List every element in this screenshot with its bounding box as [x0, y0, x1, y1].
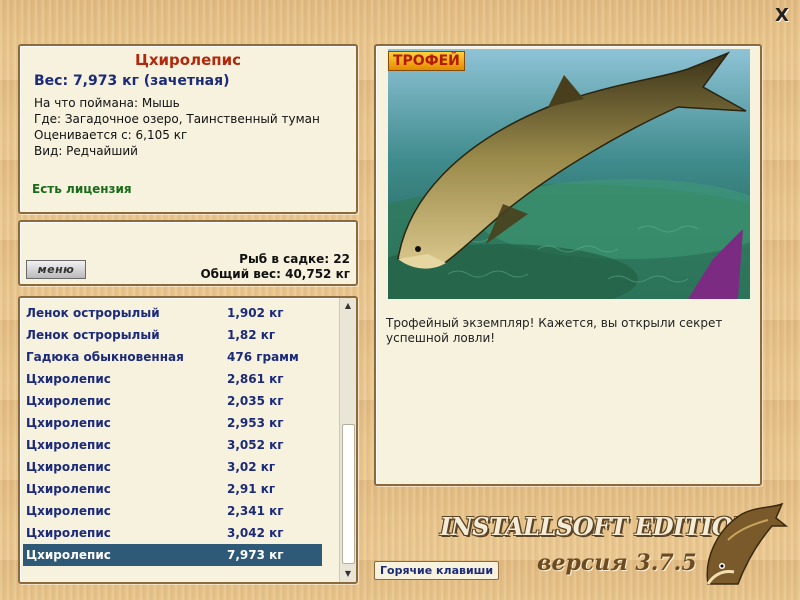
catch-fish-weight: 476 грамм: [227, 350, 299, 364]
catch-list-row[interactable]: Ленок острорылый 1,902 кг: [23, 302, 322, 324]
catch-fish-weight: 7,973 кг: [227, 548, 284, 562]
cage-stats: Рыб в садке: 22 Общий вес: 40,752 кг: [200, 252, 350, 282]
catch-fish-weight: 1,82 кг: [227, 328, 276, 342]
catch-fish-weight: 3,052 кг: [227, 438, 284, 452]
catch-list-row[interactable]: Цхиролепис 2,861 кг: [23, 368, 322, 390]
catch-fish-name: Ленок острорылый: [26, 306, 160, 320]
detail-species-rarity: Вид: Редчайший: [34, 144, 138, 158]
catch-list-row[interactable]: Ленок острорылый 1,82 кг: [23, 324, 322, 346]
catch-fish-weight: 2,035 кг: [227, 394, 284, 408]
scrollbar-thumb[interactable]: [342, 424, 355, 564]
detail-location: Где: Загадочное озеро, Таинственный тума…: [34, 112, 320, 126]
scroll-up-arrow-icon[interactable]: ▲: [341, 299, 355, 313]
catch-list-row[interactable]: Цхиролепис 2,91 кг: [23, 478, 322, 500]
catch-list-row[interactable]: Цхиролепис 3,02 кг: [23, 456, 322, 478]
catch-fish-weight: 1,902 кг: [227, 306, 284, 320]
catch-fish-weight: 2,953 кг: [227, 416, 284, 430]
cage-panel: меню Рыб в садке: 22 Общий вес: 40,752 к…: [18, 220, 358, 286]
catch-fish-name: Цхиролепис: [26, 504, 111, 518]
catch-fish-weight: 2,341 кг: [227, 504, 284, 518]
fish-name: Цхиролепис: [134, 51, 242, 69]
fish-info-panel: Цхиролепис Вес: 7,973 кг (зачетная) На ч…: [18, 44, 358, 214]
catch-list-row[interactable]: Цхиролепис 2,035 кг: [23, 390, 322, 412]
catch-fish-name: Цхиролепис: [26, 416, 111, 430]
catch-fish-name: Гадюка обыкновенная: [26, 350, 184, 364]
license-status: Есть лицензия: [32, 182, 132, 196]
catch-list-row[interactable]: Цхиролепис 3,052 кг: [23, 434, 322, 456]
catch-fish-weight: 3,02 кг: [227, 460, 276, 474]
catch-fish-name: Цхиролепис: [26, 460, 111, 474]
trophy-caption: Трофейный экземпляр! Кажется, вы открыли…: [386, 316, 723, 345]
catch-fish-name: Цхиролепис: [26, 438, 111, 452]
pike-logo-icon: [706, 502, 788, 585]
trophy-panel: ТРОФЕЙ Трофейный экземпляр! Кажется, вы …: [374, 44, 762, 486]
catch-fish-weight: 2,861 кг: [227, 372, 284, 386]
catch-list-row[interactable]: Цхиролепис 2,341 кг: [23, 500, 322, 522]
trophy-fish-image: ТРОФЕЙ: [388, 49, 750, 299]
close-button[interactable]: X: [772, 6, 792, 26]
fish-weight: Вес: 7,973 кг (зачетная): [34, 73, 230, 89]
menu-button[interactable]: меню: [26, 260, 86, 279]
detail-trophy-threshold: Оценивается с: 6,105 кг: [34, 128, 188, 142]
fish-count: Рыб в садке: 22: [239, 252, 350, 266]
catch-list-row[interactable]: Цхиролепис 2,953 кг: [23, 412, 322, 434]
detail-bait: На что поймана: Мышь: [34, 96, 180, 110]
catch-list-row[interactable]: Цхиролепис 7,973 кг: [23, 544, 322, 566]
catch-fish-weight: 3,042 кг: [227, 526, 284, 540]
catch-list-row[interactable]: Цхиролепис 3,042 кг: [23, 522, 322, 544]
catch-fish-name: Ленок острорылый: [26, 328, 160, 342]
total-weight: Общий вес: 40,752 кг: [200, 267, 350, 281]
catch-list-row[interactable]: Гадюка обыкновенная 476 грамм: [23, 346, 322, 368]
catch-fish-name: Цхиролепис: [26, 526, 111, 540]
scroll-down-arrow-icon[interactable]: ▼: [341, 567, 355, 581]
catch-fish-name: Цхиролепис: [26, 482, 111, 496]
list-scrollbar[interactable]: ▲ ▼: [339, 298, 356, 582]
catch-list: Ленок острорылый 1,902 кг Ленок острорылый…: [18, 296, 358, 584]
fish-details: На что поймана: Мышь Где: Загадочное озе…: [30, 95, 346, 159]
catch-fish-weight: 2,91 кг: [227, 482, 276, 496]
catch-fish-name: Цхиролепис: [26, 372, 111, 386]
trophy-badge: ТРОФЕЙ: [388, 51, 465, 71]
underwater-fish-illustration: [388, 49, 750, 299]
catch-fish-name: Цхиролепис: [26, 394, 111, 408]
version-label: версия 3.7.5: [537, 550, 697, 576]
hotkeys-button[interactable]: Горячие клавиши: [374, 561, 500, 580]
catch-fish-name: Цхиролепис: [26, 548, 111, 562]
